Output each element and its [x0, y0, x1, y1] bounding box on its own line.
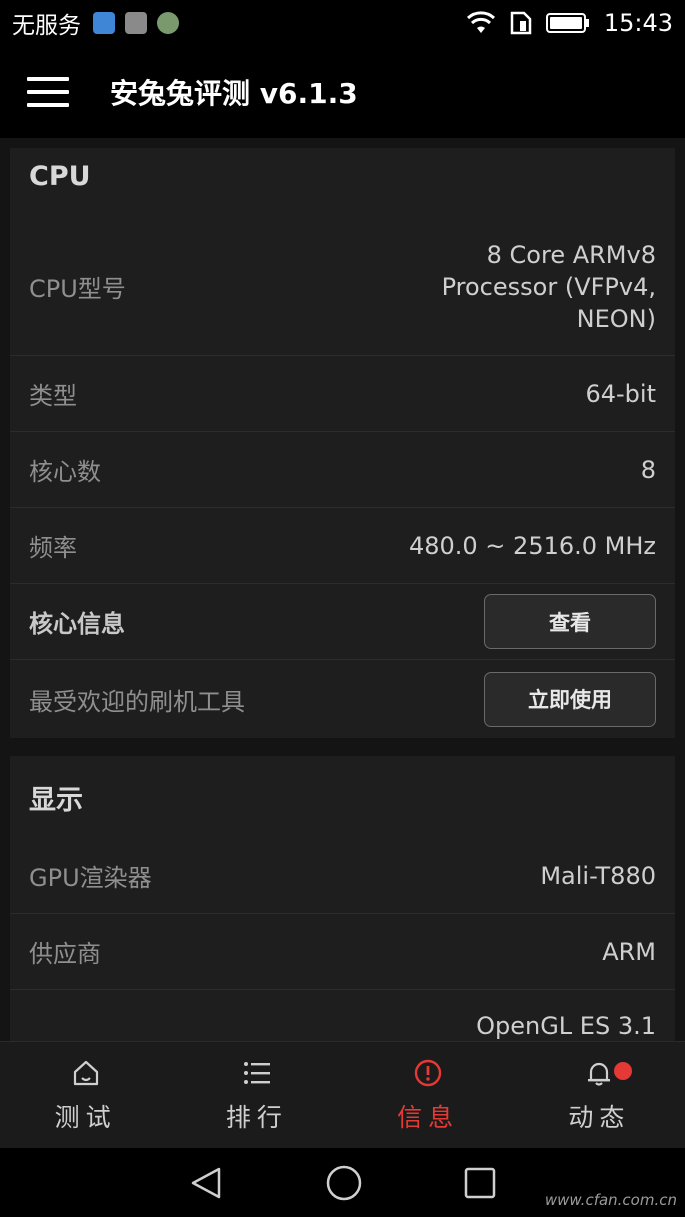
cpu-model-value: 8 Core ARMv8 Processor (VFPv4, NEON)	[441, 240, 656, 333]
cpu-cores-value: 8	[640, 455, 656, 484]
cpu-model-row: CPU型号 8 Core ARMv8 Processor (VFPv4, NEO…	[10, 218, 675, 356]
flower-app-icon	[157, 12, 179, 34]
status-right: 15:43	[466, 9, 673, 37]
cpu-cores-label: 核心数	[29, 458, 101, 486]
view-core-info-button[interactable]: 查看	[484, 594, 656, 649]
tab-ranking-label: 排行	[225, 1103, 288, 1132]
vendor-value: ARM	[602, 937, 656, 966]
tab-test[interactable]: 测试	[0, 1042, 171, 1148]
bell-icon	[588, 1062, 611, 1086]
recents-icon[interactable]	[463, 1166, 497, 1200]
bottom-navigation: 测试 排行 信息 动态	[0, 1041, 685, 1148]
core-info-row: 核心信息 查看	[10, 584, 675, 660]
cpu-section-title: CPU	[29, 161, 91, 192]
cpu-type-row: 类型 64-bit	[10, 356, 675, 432]
cpu-card: CPU CPU型号 8 Core ARMv8 Processor (VFPv4,…	[10, 148, 675, 738]
cpu-cores-row: 核心数 8	[10, 432, 675, 508]
status-bar: 无服务 15:43	[0, 0, 685, 46]
clock: 15:43	[603, 9, 673, 37]
core-info-label: 核心信息	[29, 610, 125, 638]
opengl-row: OpenGL ES 3.1	[10, 990, 675, 1041]
display-card: 显示 GPU渲染器 Mali-T880 供应商 ARM OpenGL ES 3.…	[10, 756, 675, 1041]
info-alert-icon	[414, 1059, 442, 1087]
display-section-title: 显示	[29, 785, 83, 816]
cpu-frequency-row: 频率 480.0 ~ 2516.0 MHz	[10, 508, 675, 584]
system-navigation: www.cfan.com.cn	[0, 1148, 685, 1217]
notification-icons	[93, 12, 179, 34]
list-icon	[243, 1062, 270, 1084]
vendor-row: 供应商 ARM	[10, 914, 675, 990]
app-bar: 安兔兔评测 v6.1.3	[0, 46, 685, 138]
app-title: 安兔兔评测 v6.1.3	[110, 77, 358, 110]
flash-tool-label: 最受欢迎的刷机工具	[29, 687, 245, 716]
heart-app-icon	[93, 12, 115, 34]
wifi-icon	[466, 11, 495, 33]
cpu-type-value: 64-bit	[585, 379, 656, 408]
cpu-frequency-label: 频率	[29, 534, 77, 562]
tab-info-label: 信息	[397, 1103, 460, 1132]
gpu-renderer-row: GPU渲染器 Mali-T880	[10, 838, 675, 914]
tab-news[interactable]: 动态	[514, 1042, 685, 1148]
vendor-label: 供应商	[29, 940, 101, 968]
cpu-frequency-value: 480.0 ~ 2516.0 MHz	[408, 531, 656, 560]
tab-ranking[interactable]: 排行	[171, 1042, 342, 1148]
notification-dot	[613, 1062, 632, 1080]
back-icon[interactable]	[189, 1165, 225, 1201]
home-button-icon[interactable]	[325, 1164, 363, 1202]
tab-info[interactable]: 信息	[343, 1042, 514, 1148]
tab-test-label: 测试	[54, 1103, 117, 1132]
opengl-value: OpenGL ES 3.1	[476, 1012, 656, 1040]
use-flash-tool-button[interactable]: 立即使用	[484, 671, 656, 727]
hamburger-icon	[27, 77, 69, 107]
watermark: www.cfan.com.cn	[544, 1191, 677, 1209]
flash-tool-row: 最受欢迎的刷机工具 立即使用	[10, 660, 675, 738]
carrier-text: 无服务	[12, 13, 81, 39]
home-icon	[73, 1060, 98, 1086]
sim-icon	[510, 11, 532, 35]
cpu-model-label: CPU型号	[29, 275, 126, 303]
info-content[interactable]: CPU CPU型号 8 Core ARMv8 Processor (VFPv4,…	[0, 138, 685, 1041]
tab-news-label: 动态	[568, 1103, 631, 1132]
gallery-app-icon	[125, 12, 147, 34]
cpu-type-label: 类型	[29, 382, 77, 410]
battery-icon	[545, 13, 589, 33]
menu-button[interactable]	[0, 46, 96, 138]
gpu-renderer-label: GPU渲染器	[29, 864, 152, 892]
gpu-renderer-value: Mali-T880	[540, 861, 656, 890]
